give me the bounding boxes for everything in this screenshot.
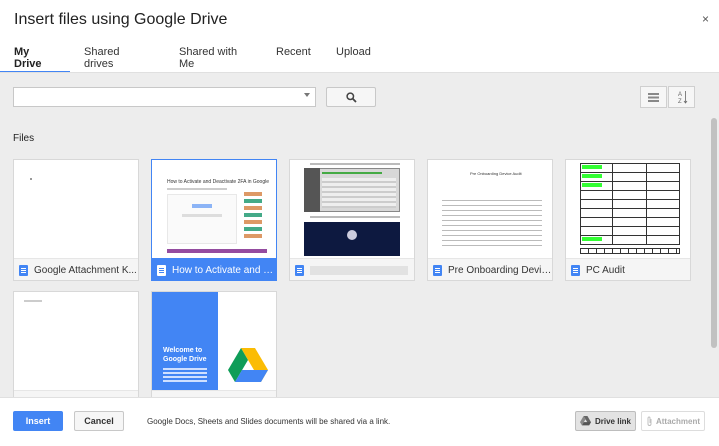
search-input[interactable] [13, 87, 316, 107]
search-button[interactable] [326, 87, 376, 107]
cancel-button[interactable]: Cancel [74, 411, 124, 431]
search-icon [346, 92, 357, 103]
file-card-2fa-guide[interactable]: How to Activate and Deactivate 2FA in Go… [151, 159, 277, 281]
file-caption [152, 390, 276, 397]
file-card-redacted[interactable] [289, 159, 415, 281]
tab-bar: My Drive Shared drives Shared with Me Re… [0, 46, 382, 73]
file-caption: Google Attachment K... [14, 258, 138, 280]
thumb-title: Pre Onboarding Device Audit [470, 171, 522, 176]
file-caption [14, 390, 138, 397]
section-label: Files [13, 133, 35, 144]
tab-shared-drives[interactable]: Shared drives [70, 46, 165, 72]
tab-upload[interactable]: Upload [322, 46, 382, 72]
file-thumbnail [566, 160, 690, 258]
file-name: Pre Onboarding Devic... [448, 265, 552, 276]
chevron-down-icon[interactable] [304, 93, 310, 97]
file-name: Google Attachment K... [34, 265, 137, 276]
file-thumbnail: How to Activate and Deactivate 2FA in Go… [152, 160, 276, 258]
svg-text:A: A [678, 92, 682, 98]
list-view-button[interactable] [640, 86, 667, 108]
doc-icon [571, 265, 580, 276]
close-icon[interactable]: × [702, 12, 709, 26]
scrollbar[interactable] [711, 118, 717, 348]
file-card-sheet[interactable] [13, 291, 139, 397]
file-thumbnail: Pre Onboarding Device Audit [428, 160, 552, 258]
doc-icon [19, 265, 28, 276]
doc-icon [295, 265, 304, 276]
tab-recent[interactable]: Recent [262, 46, 322, 72]
doc-icon [433, 265, 442, 276]
list-view-icon [648, 93, 659, 102]
google-drive-logo-icon [228, 348, 268, 382]
insert-button[interactable]: Insert [13, 411, 63, 431]
file-thumbnail [290, 160, 414, 258]
thumb-welcome-title: Welcome to Google Drive [163, 347, 207, 363]
svg-text:Z: Z [678, 99, 682, 104]
file-card-pre-onboarding[interactable]: Pre Onboarding Device Audit Pre Onboardi… [427, 159, 553, 281]
sort-az-icon: A Z [678, 91, 688, 104]
file-caption: PC Audit [566, 258, 690, 280]
file-card-google-attachment[interactable]: Google Attachment K... [13, 159, 139, 281]
file-caption: Pre Onboarding Devic... [428, 258, 552, 280]
tab-shared-with-me[interactable]: Shared with Me [165, 46, 262, 72]
file-name: How to Activate and D... [172, 265, 276, 276]
tab-my-drive[interactable]: My Drive [0, 46, 70, 73]
share-notice: Google Docs, Sheets and Slides documents… [147, 417, 391, 426]
thumb-title: How to Activate and Deactivate 2FA in Go… [167, 179, 270, 185]
file-thumbnail: Welcome to Google Drive [152, 292, 276, 390]
paperclip-icon [647, 416, 652, 426]
file-caption [290, 258, 414, 280]
file-name: PC Audit [586, 265, 625, 276]
dialog-footer: Insert Cancel Google Docs, Sheets and Sl… [0, 397, 719, 446]
file-thumbnail [14, 292, 138, 390]
dialog-title: Insert files using Google Drive [14, 11, 228, 28]
file-card-getting-started[interactable]: Welcome to Google Drive [151, 291, 277, 397]
file-thumbnail [14, 160, 138, 258]
google-drive-icon [579, 416, 591, 426]
attachment-button[interactable]: Attachment [641, 411, 705, 431]
file-browser: A Z Files Google Attachment K... How to … [0, 72, 719, 397]
dialog-header: Insert files using Google Drive × My Dri… [0, 0, 719, 73]
redacted-file-name [310, 266, 408, 275]
drive-link-button[interactable]: Drive link [575, 411, 636, 431]
file-card-pc-audit[interactable]: PC Audit [565, 159, 691, 281]
file-caption: How to Activate and D... [152, 258, 276, 280]
drive-link-label: Drive link [594, 416, 631, 426]
doc-icon [157, 265, 166, 276]
attachment-label: Attachment [655, 416, 700, 426]
sort-button[interactable]: A Z [668, 86, 695, 108]
